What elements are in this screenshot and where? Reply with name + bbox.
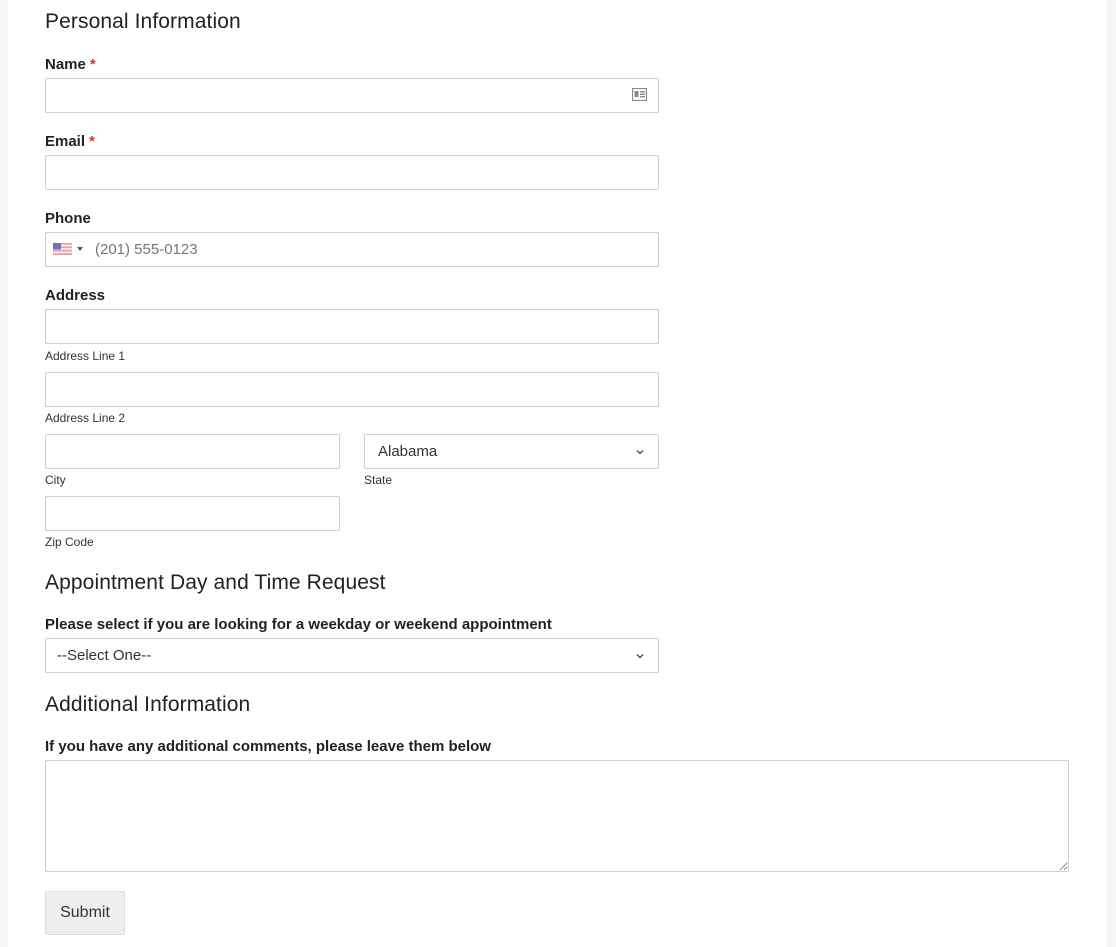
chevron-down-icon (636, 449, 644, 454)
city-input[interactable] (45, 434, 340, 469)
country-dropdown-caret-icon[interactable] (77, 247, 83, 251)
phone-input[interactable] (45, 232, 659, 267)
state-selected-value: Alabama (378, 443, 438, 460)
name-input[interactable] (45, 78, 659, 113)
phone-field-wrapper (45, 232, 659, 267)
address-line1-input[interactable] (45, 309, 659, 344)
email-label-text: Email (45, 133, 86, 150)
comments-label: If you have any additional comments, ple… (45, 738, 491, 755)
comments-textarea[interactable] (45, 760, 1069, 872)
state-select[interactable]: Alabama (364, 434, 659, 469)
required-asterisk: * (89, 56, 96, 73)
zip-code-sublabel: Zip Code (45, 535, 94, 549)
name-field-wrapper (45, 78, 659, 113)
page: Personal Information Name * Email * Phone (8, 0, 1106, 947)
us-flag-icon[interactable] (53, 243, 72, 255)
chevron-down-icon (636, 653, 644, 658)
section-title-additional-information: Additional Information (45, 693, 251, 716)
address-line2-sublabel: Address Line 2 (45, 411, 126, 425)
name-label-text: Name (45, 56, 86, 73)
resize-handle-icon[interactable] (1059, 862, 1068, 871)
name-label: Name * (45, 56, 96, 73)
submit-button[interactable]: Submit (45, 891, 125, 935)
appointment-type-label: Please select if you are looking for a w… (45, 616, 552, 633)
email-label: Email * (45, 133, 95, 150)
address-line1-sublabel: Address Line 1 (45, 349, 126, 363)
contact-card-icon (632, 88, 647, 101)
phone-label: Phone (45, 210, 91, 227)
state-sublabel: State (364, 473, 393, 487)
city-sublabel: City (45, 473, 66, 487)
section-title-appointment: Appointment Day and Time Request (45, 571, 386, 594)
address-label: Address (45, 287, 106, 304)
appointment-type-select[interactable]: --Select One-- (45, 638, 659, 673)
email-input[interactable] (45, 155, 659, 190)
section-title-personal-information: Personal Information (45, 10, 241, 33)
appointment-type-selected-value: --Select One-- (57, 647, 152, 664)
address-line2-input[interactable] (45, 372, 659, 407)
zip-code-input[interactable] (45, 496, 340, 531)
required-asterisk: * (89, 133, 95, 150)
